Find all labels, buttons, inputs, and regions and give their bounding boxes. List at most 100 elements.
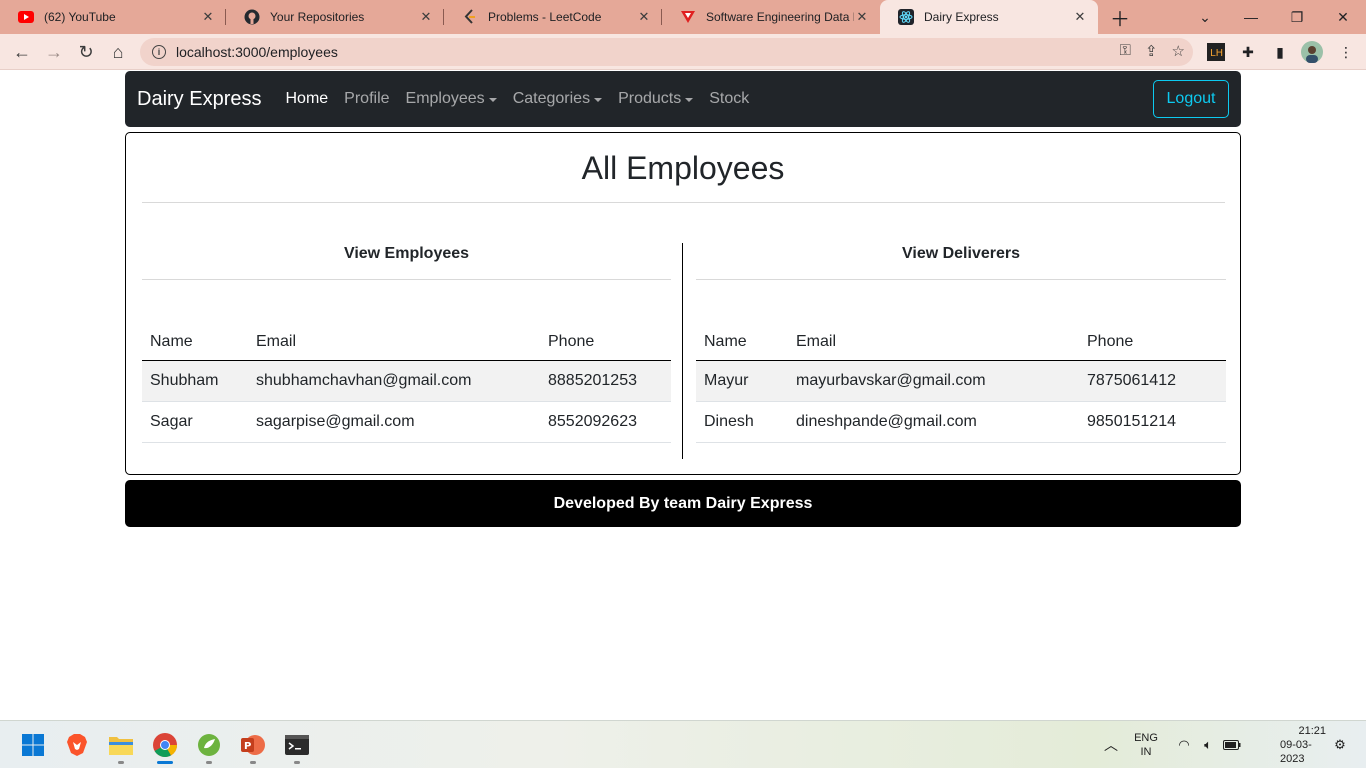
column-divider: [682, 243, 683, 459]
lighthouse-extension-icon[interactable]: LH: [1204, 40, 1228, 64]
close-icon[interactable]: ✕: [1072, 9, 1088, 25]
notification-icon[interactable]: ⚙: [1330, 721, 1350, 768]
cell-phone: 7875061412: [1079, 360, 1226, 402]
cell-email: mayurbavskar@gmail.com: [788, 360, 1079, 402]
nav-profile[interactable]: Profile: [344, 90, 389, 108]
browser-toolbar: ← → ↻ ⌂ i localhost:3000/employees ⚿ ⇪ ☆…: [0, 34, 1366, 70]
terminal-icon[interactable]: [283, 731, 311, 759]
table-header-row: Name Email Phone: [142, 324, 671, 361]
nav-employees-dropdown[interactable]: Employees: [406, 90, 497, 108]
address-bar[interactable]: i localhost:3000/employees ⚿ ⇪ ☆: [140, 38, 1193, 66]
close-icon[interactable]: ✕: [418, 9, 434, 25]
tab-title: Your Repositories: [270, 10, 365, 24]
youtube-icon: [18, 9, 34, 25]
page-title: All Employees: [581, 150, 785, 186]
tab-github[interactable]: Your Repositories ✕: [226, 0, 444, 34]
windows-start-icon[interactable]: [19, 731, 47, 759]
cell-name: Shubham: [142, 360, 248, 402]
footer-text: Developed By team Dairy Express: [553, 494, 813, 512]
column-header-email: Email: [248, 324, 540, 361]
cell-phone: 8885201253: [540, 360, 671, 402]
nav-products-label: Products: [618, 90, 682, 107]
deliverers-heading: View Deliverers: [901, 245, 1020, 262]
close-icon[interactable]: ✕: [854, 9, 870, 25]
site-info-icon[interactable]: i: [152, 45, 166, 59]
menu-kebab-icon[interactable]: ⋮: [1334, 40, 1358, 64]
column-header-email: Email: [788, 324, 1079, 361]
nav-categories-label: Categories: [512, 90, 591, 107]
nav-products-dropdown[interactable]: Products: [618, 90, 694, 108]
extensions-puzzle-icon[interactable]: ✚: [1236, 40, 1260, 64]
nav-home[interactable]: Home: [285, 90, 328, 108]
reload-icon[interactable]: ↻: [72, 38, 100, 66]
tab-title: (62) YouTube: [44, 10, 116, 24]
battery-icon[interactable]: [1222, 721, 1242, 768]
minimize-button[interactable]: —: [1228, 0, 1274, 34]
tab-search-chevron-icon[interactable]: ⌄: [1182, 0, 1228, 34]
column-header-phone: Phone: [1079, 324, 1226, 361]
restore-button[interactable]: ❐: [1274, 0, 1320, 34]
tab-strip: (62) YouTube ✕ Your Repositories ✕ Probl…: [0, 0, 1366, 34]
section-divider: [142, 279, 671, 280]
clock-time: 21:21: [1298, 725, 1326, 737]
employees-card: All Employees View Employees Name Email …: [125, 132, 1241, 475]
new-tab-button[interactable]: ＋: [1108, 5, 1132, 31]
column-header-name: Name: [696, 324, 788, 361]
cell-email: sagarpise@gmail.com: [248, 401, 540, 443]
cell-name: Dinesh: [696, 401, 788, 443]
tab-dairy-express[interactable]: Dairy Express ✕: [880, 0, 1098, 34]
forward-arrow-icon[interactable]: →: [40, 38, 68, 66]
star-icon[interactable]: ☆: [1172, 42, 1185, 60]
side-panel-icon[interactable]: ▮: [1268, 40, 1292, 64]
column-header-phone: Phone: [540, 324, 671, 361]
taskbar: P ︿ ENG IN ◠ 🔈︎ 21:21 09-03-2023 ⚙: [0, 720, 1366, 768]
clock[interactable]: 21:21 09-03-2023: [1280, 721, 1326, 768]
logout-button[interactable]: Logout: [1153, 80, 1229, 118]
file-explorer-icon[interactable]: [107, 731, 135, 759]
brave-browser-icon[interactable]: [63, 731, 91, 759]
tab-title: Problems - LeetCode: [488, 10, 602, 24]
employees-table: Name Email Phone Shubham shubhamchavhan@…: [142, 324, 671, 443]
table-row: Shubham shubhamchavhan@gmail.com 8885201…: [142, 360, 671, 402]
cell-name: Mayur: [696, 360, 788, 402]
nav-stock[interactable]: Stock: [709, 90, 749, 108]
cell-email: dineshpande@gmail.com: [788, 401, 1079, 443]
tab-leetcode[interactable]: Problems - LeetCode ✕: [444, 0, 662, 34]
clock-date: 09-03-2023: [1280, 739, 1312, 765]
caret-down-icon: [488, 98, 497, 102]
language-region: IN: [1140, 746, 1152, 758]
close-icon[interactable]: ✕: [200, 9, 216, 25]
cell-name: Sagar: [142, 401, 248, 443]
language-indicator[interactable]: ENG IN: [1130, 721, 1162, 768]
tab-youtube[interactable]: (62) YouTube ✕: [0, 0, 226, 34]
nav-categories-dropdown[interactable]: Categories: [512, 90, 603, 108]
caret-down-icon: [594, 98, 603, 102]
spring-tool-suite-icon[interactable]: [195, 731, 223, 759]
home-icon[interactable]: ⌂: [104, 38, 132, 66]
table-header-row: Name Email Phone: [696, 324, 1226, 361]
share-icon[interactable]: ⇪: [1145, 42, 1158, 60]
volume-icon[interactable]: 🔈︎: [1198, 721, 1218, 768]
table-row: Sagar sagarpise@gmail.com 8552092623: [142, 401, 671, 443]
app-navbar: Dairy Express Home Profile Employees Cat…: [125, 71, 1241, 127]
chevron-up-icon[interactable]: ︿: [1100, 721, 1122, 768]
wifi-icon[interactable]: ◠: [1174, 721, 1194, 768]
powerpoint-icon[interactable]: P: [239, 731, 267, 759]
employees-section: View Employees Name Email Phone Shubham …: [142, 243, 671, 443]
page-footer: Developed By team Dairy Express: [125, 480, 1241, 527]
caret-down-icon: [685, 98, 694, 102]
brand-logo[interactable]: Dairy Express: [137, 88, 261, 111]
back-arrow-icon[interactable]: ←: [8, 38, 36, 66]
language-code: ENG: [1134, 732, 1158, 744]
avatar[interactable]: [1300, 40, 1324, 64]
close-icon[interactable]: ✕: [636, 9, 652, 25]
chrome-icon[interactable]: [151, 731, 179, 759]
close-window-button[interactable]: ✕: [1320, 0, 1366, 34]
employees-heading: View Employees: [343, 245, 470, 262]
key-icon[interactable]: ⚿: [1120, 42, 1131, 60]
tab-software-engineering[interactable]: Software Engineering Data Fl ✕: [662, 0, 880, 34]
section-divider: [696, 279, 1226, 280]
url-text: localhost:3000/employees: [176, 44, 338, 60]
github-icon: [244, 9, 260, 25]
deliverers-section: View Deliverers Name Email Phone Mayur m…: [696, 243, 1226, 443]
